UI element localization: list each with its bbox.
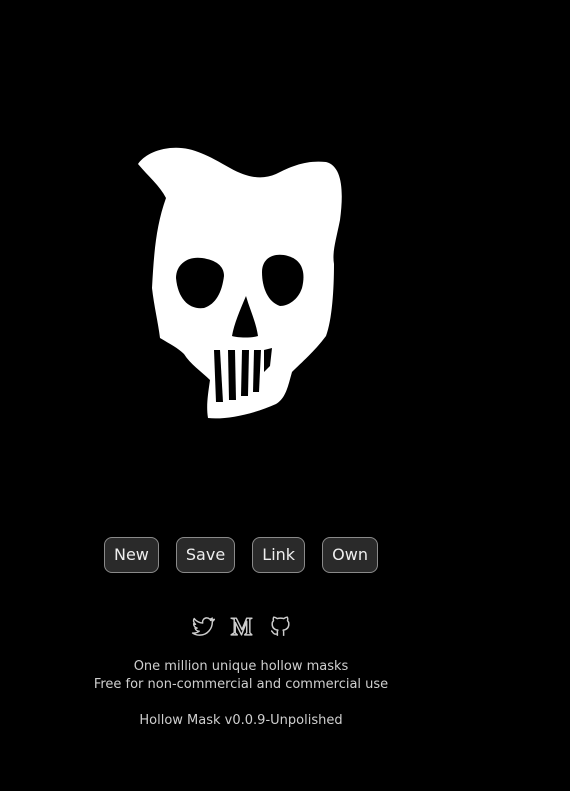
tagline-text: One million unique hollow masks	[133, 659, 349, 674]
license-text: Free for non-commercial and commercial u…	[93, 677, 389, 692]
github-icon[interactable]	[268, 614, 293, 639]
skull-mask-icon	[138, 147, 342, 419]
hollow-mask-artwork	[130, 140, 350, 425]
action-toolbar: New Save Link Own	[0, 537, 482, 573]
own-button[interactable]: Own	[322, 537, 378, 573]
link-button[interactable]: Link	[252, 537, 306, 573]
new-button[interactable]: New	[103, 537, 159, 573]
version-text: Hollow Mask v0.0.9-Unpolished	[139, 713, 343, 728]
save-button[interactable]: Save	[175, 537, 236, 573]
medium-icon[interactable]	[229, 614, 254, 639]
twitter-icon[interactable]	[190, 614, 215, 639]
social-links	[0, 614, 482, 639]
